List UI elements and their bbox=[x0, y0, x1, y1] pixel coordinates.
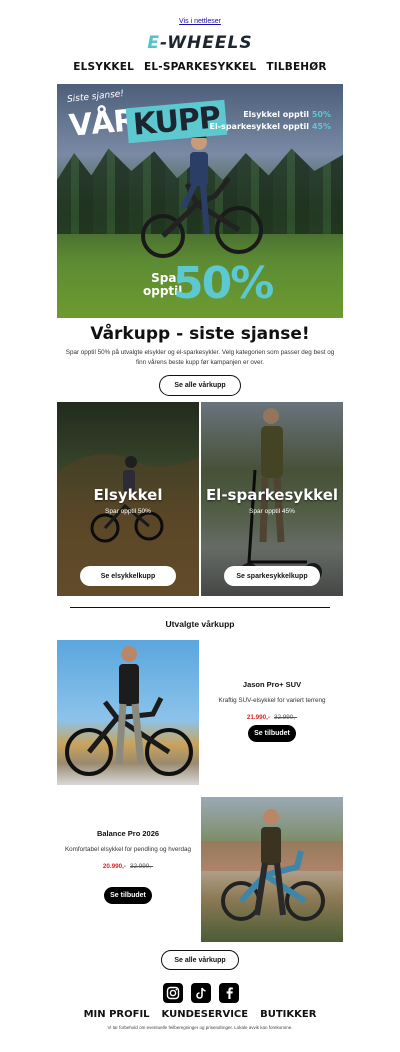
see-all-deals-bottom-button[interactable]: Se alle vårkupp bbox=[161, 950, 239, 970]
product-bike-photo bbox=[65, 646, 193, 776]
hero-promo-sparkesykkel: El-sparkesykkel opptil 45% bbox=[210, 122, 331, 131]
view-in-browser-link[interactable]: Vis i nettleser bbox=[0, 18, 400, 25]
footer-disclaimer: Vi tar forbehold om eventuelle feilbereg… bbox=[107, 1025, 293, 1030]
logo-wheels: -WHEELS bbox=[160, 33, 253, 53]
product-name: Jason Pro+ SUV bbox=[242, 680, 302, 689]
page-headline: Vårkupp - siste sjanse! bbox=[90, 324, 310, 344]
footer-link-butikker[interactable]: BUTIKKER bbox=[260, 1009, 316, 1020]
promo1-text: Elsykkel opptil bbox=[243, 110, 310, 119]
intro-text: Spar opptil 50% på utvalgte elsykler og … bbox=[65, 349, 335, 366]
see-offer-button-jason[interactable]: Se tilbudet bbox=[248, 725, 296, 742]
product-image-balance[interactable] bbox=[201, 797, 343, 942]
promo2-pct: 45% bbox=[311, 122, 331, 131]
price-old: 32.990,- bbox=[274, 714, 298, 721]
footer-nav: MIN PROFIL KUNDESERVICE BUTIKKER bbox=[0, 1009, 400, 1020]
see-scooter-deals-button[interactable]: Se sparkesykkelkupp bbox=[224, 566, 320, 586]
tiktok-icon[interactable] bbox=[191, 983, 211, 1003]
price-new: 20.990,- bbox=[102, 863, 126, 870]
hero-big-percentage: 50% bbox=[173, 258, 274, 309]
see-all-deals-button[interactable]: Se alle vårkupp bbox=[159, 375, 241, 396]
category-subtitle: Spar opptil 45% bbox=[249, 508, 295, 515]
footer-link-min-profil[interactable]: MIN PROFIL bbox=[84, 1009, 150, 1020]
brand-logo[interactable]: E-WHEELS bbox=[0, 32, 400, 54]
nav-item-el-sparkesykkel[interactable]: EL-SPARKESYKKEL bbox=[144, 61, 256, 73]
logo-e: E bbox=[147, 33, 161, 53]
hero-promo-elsykkel: Elsykkel opptil 50% bbox=[243, 110, 331, 119]
nav-item-tilbehor[interactable]: TILBEHØR bbox=[266, 61, 326, 73]
product-card-jason: Jason Pro+ SUV Kraftig SUV-elsykkel for … bbox=[201, 680, 343, 721]
social-links bbox=[163, 983, 239, 1003]
product-name: Balance Pro 2026 bbox=[96, 829, 160, 838]
nav-item-elsykkel[interactable]: ELSYKKEL bbox=[73, 61, 134, 73]
category-title: El-sparkesykkel bbox=[205, 486, 339, 504]
category-subtitle: Spar opptil 50% bbox=[105, 508, 151, 515]
product-bike-photo bbox=[201, 809, 343, 921]
promo1-pct: 50% bbox=[311, 110, 331, 119]
product-description: Kraftig SUV-elsykkel for variert terreng bbox=[218, 697, 326, 704]
product-description: Komfortabel elsykkel for pendling og hve… bbox=[64, 846, 191, 853]
footer-link-kundeservice[interactable]: KUNDESERVICE bbox=[162, 1009, 249, 1020]
product-price: 21.990,- 32.990,- bbox=[201, 714, 343, 721]
category-card-elsykkel[interactable]: Elsykkel Spar opptil 50% Se elsykkelkupp bbox=[57, 402, 199, 596]
see-offer-button-balance[interactable]: Se tilbudet bbox=[104, 887, 152, 904]
main-nav: ELSYKKEL EL-SPARKESYKKEL TILBEHØR bbox=[0, 61, 400, 73]
instagram-icon[interactable] bbox=[163, 983, 183, 1003]
section-divider bbox=[70, 607, 330, 608]
see-ebike-deals-button[interactable]: Se elsykkelkupp bbox=[80, 566, 176, 586]
product-price: 20.990,- 32.990,- bbox=[57, 863, 199, 870]
category-card-el-sparkesykkel[interactable]: El-sparkesykkel Spar opptil 45% Se spark… bbox=[201, 402, 343, 596]
product-image-jason[interactable] bbox=[57, 640, 199, 785]
featured-deals-title: Utvalgte vårkupp bbox=[165, 619, 235, 629]
product-card-balance: Balance Pro 2026 Komfortabel elsykkel fo… bbox=[57, 829, 199, 870]
category-title: Elsykkel bbox=[93, 486, 163, 504]
hero-banner[interactable]: Siste sjanse! VÅR KUPP Elsykkel opptil 5… bbox=[57, 84, 343, 318]
facebook-icon[interactable] bbox=[219, 983, 239, 1003]
price-new: 21.990,- bbox=[246, 714, 270, 721]
promo2-text: El-sparkesykkel opptil bbox=[209, 122, 310, 131]
price-old: 32.990,- bbox=[130, 863, 154, 870]
